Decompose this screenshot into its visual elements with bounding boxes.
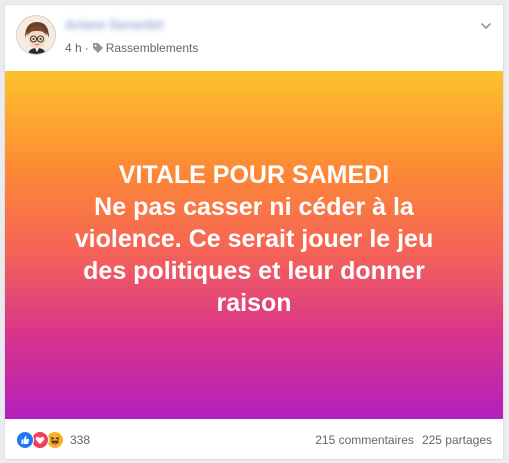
post-text-line: violence. Ce serait jouer le jeu [74,225,434,253]
tag-icon [92,42,104,54]
post-footer: 338 215 commentaires 225 partages [5,419,503,459]
author-name[interactable]: Ariane Gerardet [65,17,177,31]
post-card: Ariane Gerardet 4 h · Rassemblements VIT… [4,4,504,460]
post-meta: 4 h · Rassemblements [65,41,198,55]
meta-separator: · [84,41,89,55]
post-header: Ariane Gerardet 4 h · Rassemblements [5,5,503,71]
post-group-tag[interactable]: Rassemblements [106,41,199,55]
post-text-line: Ne pas casser ni céder à la [94,193,414,221]
engagement-stats: 215 commentaires 225 partages [315,433,492,447]
post-text-line: des politiques et leur donner [83,257,425,285]
shares-count-link[interactable]: 225 partages [422,433,492,447]
like-icon [16,431,34,449]
reactions-summary[interactable]: 338 [16,431,90,449]
reaction-count: 338 [70,433,91,447]
avatar[interactable] [16,15,56,55]
post-text-line: raison [216,289,292,317]
comments-count-link[interactable]: 215 commentaires [315,433,414,447]
post-text-background: VITALE POUR SAMEDI Ne pas casser ni céde… [5,71,503,419]
post-time[interactable]: 4 h [65,41,82,55]
post-text-line: VITALE POUR SAMEDI [118,161,390,189]
chevron-down-icon[interactable] [479,19,493,33]
post-text: VITALE POUR SAMEDI Ne pas casser ni céde… [24,159,484,319]
